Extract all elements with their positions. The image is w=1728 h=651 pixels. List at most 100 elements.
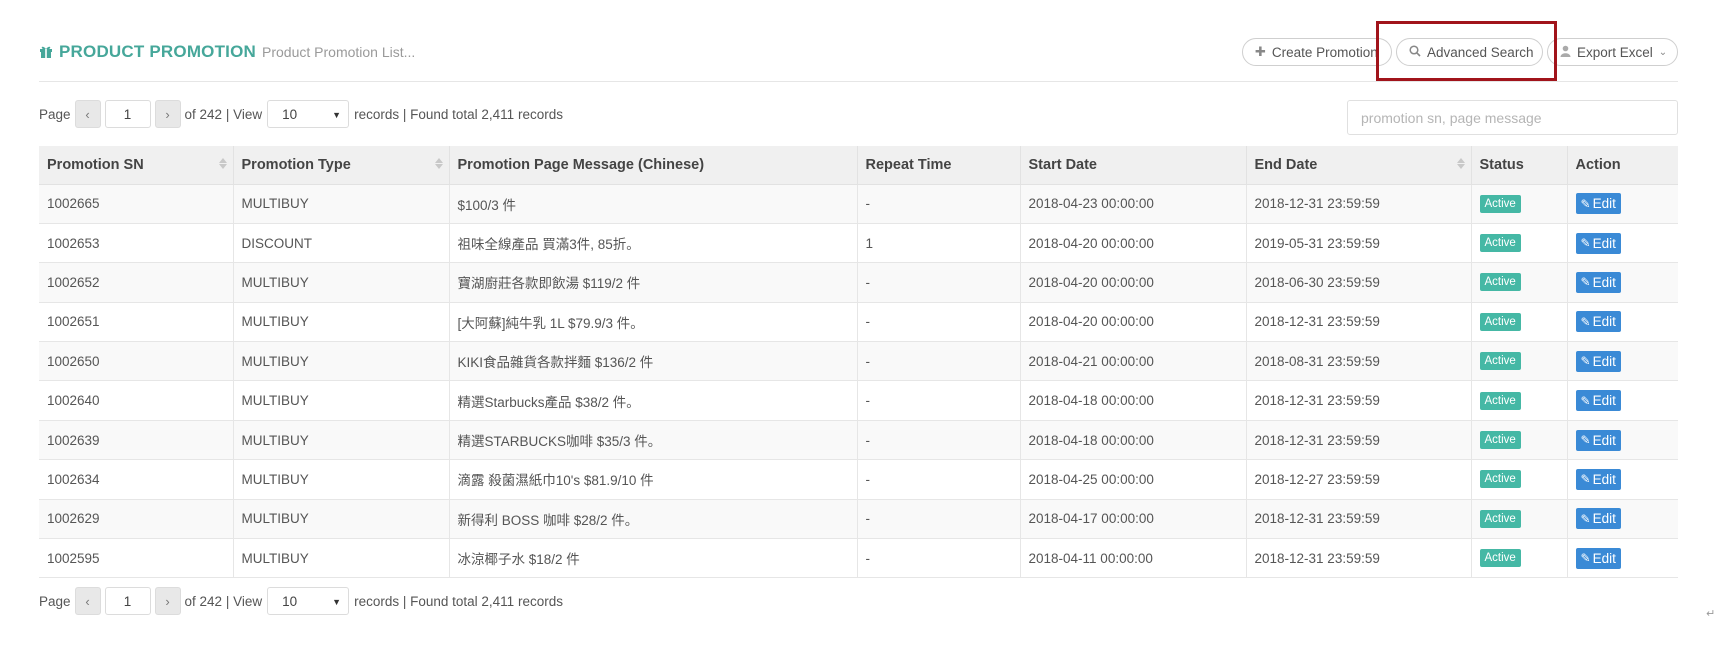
cell-repeat-time: -: [857, 184, 1021, 224]
cell-repeat-time: -: [857, 341, 1021, 382]
cell-end-date: 2018-06-30 23:59:59: [1246, 262, 1472, 303]
dropdown-caret-icon: ▼: [332, 110, 342, 120]
prev-page-button[interactable]: ‹: [74, 587, 101, 615]
cell-end-date: 2018-12-31 23:59:59: [1246, 302, 1472, 343]
cell-promotion-sn: 1002653: [39, 223, 234, 264]
create-promotion-button[interactable]: ✚ Create Promotion: [1242, 38, 1392, 66]
records-text: records | Found total 2,411 records: [354, 593, 563, 609]
sort-icon: [218, 158, 227, 169]
table-row: 1002665 MULTIBUY $100/3 件 -2018-04-23 00:00…: [39, 184, 1678, 224]
edit-label: Edit: [1592, 432, 1616, 448]
per-page-value: 10: [282, 593, 298, 609]
status-badge: Active: [1479, 352, 1521, 371]
edit-button[interactable]: ✎ Edit: [1575, 232, 1621, 254]
cell-promotion-type: MULTIBUY: [233, 341, 450, 382]
per-page-select[interactable]: 10 ▼: [267, 587, 350, 615]
status-badge: Active: [1479, 509, 1521, 528]
sort-icon: [434, 158, 443, 169]
col-promotion-type[interactable]: Promotion Type: [233, 146, 450, 185]
cell-page-message: $100/3 件: [449, 184, 858, 224]
pencil-icon: ✎: [1580, 393, 1591, 408]
status-badge: Active: [1479, 549, 1521, 568]
cell-start-date: 2018-04-23 00:00:00: [1020, 184, 1247, 224]
cell-status: Active: [1471, 538, 1568, 579]
edit-button[interactable]: ✎ Edit: [1575, 547, 1621, 569]
prev-page-button[interactable]: ‹: [74, 100, 101, 128]
per-page-select[interactable]: 10 ▼: [267, 100, 350, 128]
pager-bottom: Page ‹ › of 242 | View 10 ▼ records | Fo…: [39, 587, 563, 615]
col-promotion-sn[interactable]: Promotion SN: [39, 146, 234, 185]
page-count-text: of 242 | View: [184, 593, 263, 609]
page-number-input[interactable]: [104, 587, 151, 615]
cell-repeat-time: -: [857, 538, 1021, 579]
edit-button[interactable]: ✎ Edit: [1575, 311, 1621, 333]
edit-label: Edit: [1592, 314, 1616, 330]
cell-promotion-type: MULTIBUY: [233, 302, 450, 343]
cell-page-message: 冰涼椰子水 $18/2 件: [449, 538, 858, 579]
edit-button[interactable]: ✎ Edit: [1575, 390, 1621, 412]
cell-page-message: [大阿蘇]純牛乳 1L $79.9/3 件。: [449, 302, 858, 343]
edit-button[interactable]: ✎ Edit: [1575, 193, 1621, 215]
cell-promotion-type: MULTIBUY: [233, 459, 450, 500]
edit-button[interactable]: ✎ Edit: [1575, 271, 1621, 293]
cell-action: ✎ Edit: [1567, 302, 1678, 343]
cell-promotion-sn: 1002639: [39, 420, 234, 461]
cell-action: ✎ Edit: [1567, 538, 1678, 579]
create-promotion-label: Create Promotion: [1271, 44, 1378, 60]
return-mark-icon: ↵: [1706, 608, 1716, 620]
edit-button[interactable]: ✎ Edit: [1575, 508, 1621, 530]
cell-promotion-type: MULTIBUY: [233, 499, 450, 540]
table-row: 1002653 DISCOUNT 祖味全線產品 買滿3件, 85折。 1 2018-04…: [39, 223, 1678, 264]
cell-action: ✎ Edit: [1567, 420, 1678, 461]
status-badge: Active: [1479, 194, 1521, 213]
cell-start-date: 2018-04-20 00:00:00: [1020, 223, 1247, 264]
table-row: 1002639 MULTIBUY 精選STARBUCKS咖啡 $35/3 件。 -20…: [39, 420, 1678, 461]
cell-end-date: 2019-05-31 23:59:59: [1246, 223, 1472, 264]
annotation-highlight-box: [1376, 21, 1557, 81]
promotion-table: Promotion SN Promotion Type Promotion Pa…: [39, 146, 1678, 579]
cell-promotion-sn: 1002650: [39, 341, 234, 382]
edit-label: Edit: [1592, 274, 1616, 290]
cell-start-date: 2018-04-18 00:00:00: [1020, 380, 1247, 421]
cell-action: ✎ Edit: [1567, 223, 1678, 264]
export-excel-label: Export Excel: [1577, 44, 1653, 60]
sort-icon: [1456, 158, 1465, 169]
edit-label: Edit: [1592, 393, 1616, 409]
search-input[interactable]: [1347, 100, 1678, 135]
page-number-input[interactable]: [104, 100, 151, 128]
records-text: records | Found total 2,411 records: [354, 106, 563, 122]
cell-action: ✎ Edit: [1567, 499, 1678, 540]
cell-promotion-sn: 1002595: [39, 538, 234, 579]
export-excel-button[interactable]: Export Excel ⌄: [1547, 38, 1678, 66]
col-status: Status: [1471, 146, 1568, 185]
edit-button[interactable]: ✎ Edit: [1575, 350, 1621, 372]
cell-start-date: 2018-04-18 00:00:00: [1020, 420, 1247, 461]
cell-end-date: 2018-12-31 23:59:59: [1246, 499, 1472, 540]
pencil-icon: ✎: [1580, 472, 1591, 487]
cell-status: Active: [1471, 262, 1568, 303]
cell-page-message: 新得利 BOSS 咖啡 $28/2 件。: [449, 499, 858, 540]
chevron-down-icon: ⌄: [1658, 46, 1668, 58]
status-badge: Active: [1479, 312, 1521, 331]
cell-repeat-time: -: [857, 302, 1021, 343]
edit-button[interactable]: ✎ Edit: [1575, 429, 1621, 451]
user-icon: [1560, 45, 1571, 60]
edit-button[interactable]: ✎ Edit: [1575, 468, 1621, 490]
cell-repeat-time: -: [857, 262, 1021, 303]
cell-end-date: 2018-12-31 23:59:59: [1246, 420, 1472, 461]
cell-action: ✎ Edit: [1567, 341, 1678, 382]
col-repeat-time: Repeat Time: [857, 146, 1021, 185]
cell-repeat-time: 1: [857, 223, 1021, 264]
next-page-button[interactable]: ›: [154, 100, 181, 128]
cell-promotion-type: DISCOUNT: [233, 223, 450, 264]
cell-page-message: 精選Starbucks產品 $38/2 件。: [449, 380, 858, 421]
col-action: Action: [1567, 146, 1678, 185]
page-subtitle: Product Promotion List...: [262, 44, 416, 60]
next-page-button[interactable]: ›: [154, 587, 181, 615]
col-end-date[interactable]: End Date: [1246, 146, 1472, 185]
table-row: 1002650 MULTIBUY KIKI食品雜貨各款拌麵 $136/2 件 -201…: [39, 341, 1678, 382]
cell-promotion-sn: 1002640: [39, 380, 234, 421]
cell-end-date: 2018-08-31 23:59:59: [1246, 341, 1472, 382]
cell-repeat-time: -: [857, 459, 1021, 500]
status-badge: Active: [1479, 391, 1521, 410]
